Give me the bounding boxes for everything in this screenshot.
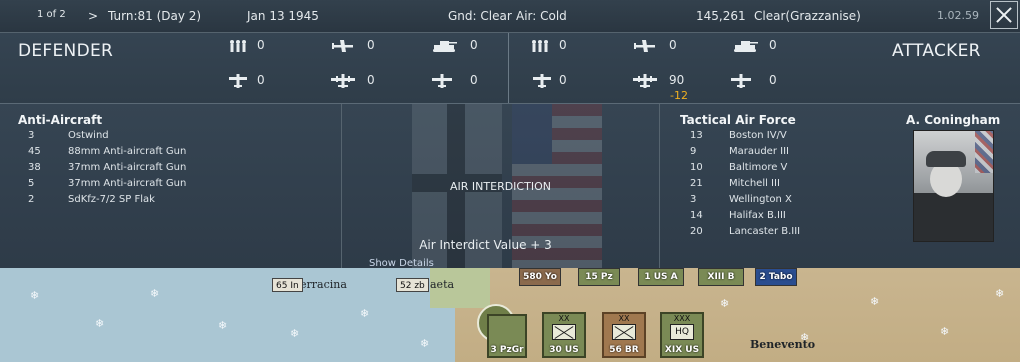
terrain-label: Clear(Grazzanise) [754, 9, 861, 23]
unit-counter[interactable]: XXX HQ XIX US [660, 312, 704, 358]
snow-icon: ❄ [420, 337, 430, 350]
fighter-plane-icon [332, 40, 353, 52]
portrait-cap [926, 151, 966, 167]
infantry-symbol [552, 324, 576, 340]
anti-aircraft-panel: Anti-Aircraft 3 Ostwind 45 88mm Anti-aircr… [0, 104, 342, 268]
unit-counter[interactable]: 15 Pz [578, 268, 620, 286]
date-label: Jan 13 1945 [247, 9, 319, 23]
bomber-plane-icon [633, 74, 657, 88]
location-coords: 145,261 [696, 9, 746, 23]
air-condition: Air: Cold [516, 9, 567, 23]
attacker-bomber-loss: -12 [670, 89, 688, 102]
snow-icon: ❄ [30, 289, 40, 302]
unit-counter[interactable]: XX 30 US [542, 312, 586, 358]
unit-counter[interactable]: 3 PzGr [487, 314, 527, 358]
snow-icon: ❄ [940, 325, 950, 338]
air-force-title: Tactical Air Force [680, 113, 796, 127]
snow-icon: ❄ [218, 319, 228, 332]
show-details-link[interactable]: Show Details [369, 258, 434, 268]
unit-counter[interactable]: 1 US A [638, 268, 684, 286]
mission-type: AIR INTERDICTION [450, 180, 551, 193]
snow-icon: ❄ [995, 287, 1005, 300]
commander-portrait [913, 130, 994, 242]
map-area[interactable]: ❄ ❄ ❄ ❄ ❄ ❄ ❄ ❄ ❄ ❄ ❄ ❄ erracina aeta Be… [0, 268, 1020, 362]
top-bar: 1 of 2 > Turn:81 (Day 2) Jan 13 1945 Gnd… [0, 0, 1020, 33]
map-place-label: aeta [430, 278, 455, 291]
unit-counter[interactable]: 580 Yo [519, 268, 561, 286]
summary-divider [508, 33, 509, 103]
unit-counter[interactable]: XX 56 BR [602, 312, 646, 358]
air-force-panel: Tactical Air Force A. Coningham 13 Boston… [660, 104, 1020, 268]
bomber-plane-icon [331, 74, 355, 88]
interdict-value: Air Interdict Value + 3 [419, 238, 552, 252]
next-page-button[interactable]: > [88, 9, 98, 23]
snow-icon: ❄ [150, 287, 160, 300]
transport-plane-icon [432, 74, 452, 88]
attacker-title: ATTACKER [892, 41, 981, 61]
anti-aircraft-title: Anti-Aircraft [18, 113, 103, 127]
portrait-uniform [914, 193, 993, 241]
turn-label: Turn:81 (Day 2) [108, 9, 202, 23]
snow-icon: ❄ [290, 327, 300, 340]
page-indicator: 1 of 2 [37, 9, 66, 20]
unit-counter[interactable]: 65 In [272, 278, 303, 292]
commander-name: A. Coningham [906, 113, 1001, 127]
snow-icon: ❄ [870, 295, 880, 308]
unit-counter[interactable]: 2 Tabo [755, 268, 797, 286]
map-place-label: erracina [300, 278, 347, 291]
tank-icon [433, 41, 457, 52]
defender-title: DEFENDER [18, 41, 114, 61]
close-button[interactable] [990, 1, 1018, 29]
unit-counter[interactable]: XIII B [698, 268, 744, 286]
map-place-label: Benevento [750, 338, 816, 351]
transport-plane-icon [731, 74, 751, 88]
hq-symbol: HQ [670, 324, 694, 340]
infantry-symbol [612, 324, 636, 340]
union-flag-background [975, 131, 993, 173]
snow-icon: ❄ [95, 317, 105, 330]
snow-icon: ❄ [720, 297, 730, 310]
mission-panel: AIR INTERDICTION Air Interdict Value + 3… [342, 104, 660, 268]
infantry-icon [532, 40, 548, 52]
infantry-icon [230, 40, 246, 52]
ground-condition: Gnd: Clear [448, 9, 512, 23]
combat-summary: DEFENDER ATTACKER 0 0 0 0 0 0 0 0 0 0 90… [0, 33, 1020, 104]
small-plane-icon [533, 74, 551, 88]
tank-icon [734, 41, 758, 52]
version-label: 1.02.59 [937, 9, 979, 22]
fighter-plane-icon [634, 40, 655, 52]
small-plane-icon [229, 74, 247, 88]
snow-icon: ❄ [360, 307, 370, 320]
unit-counter[interactable]: 52 zb [396, 278, 429, 292]
